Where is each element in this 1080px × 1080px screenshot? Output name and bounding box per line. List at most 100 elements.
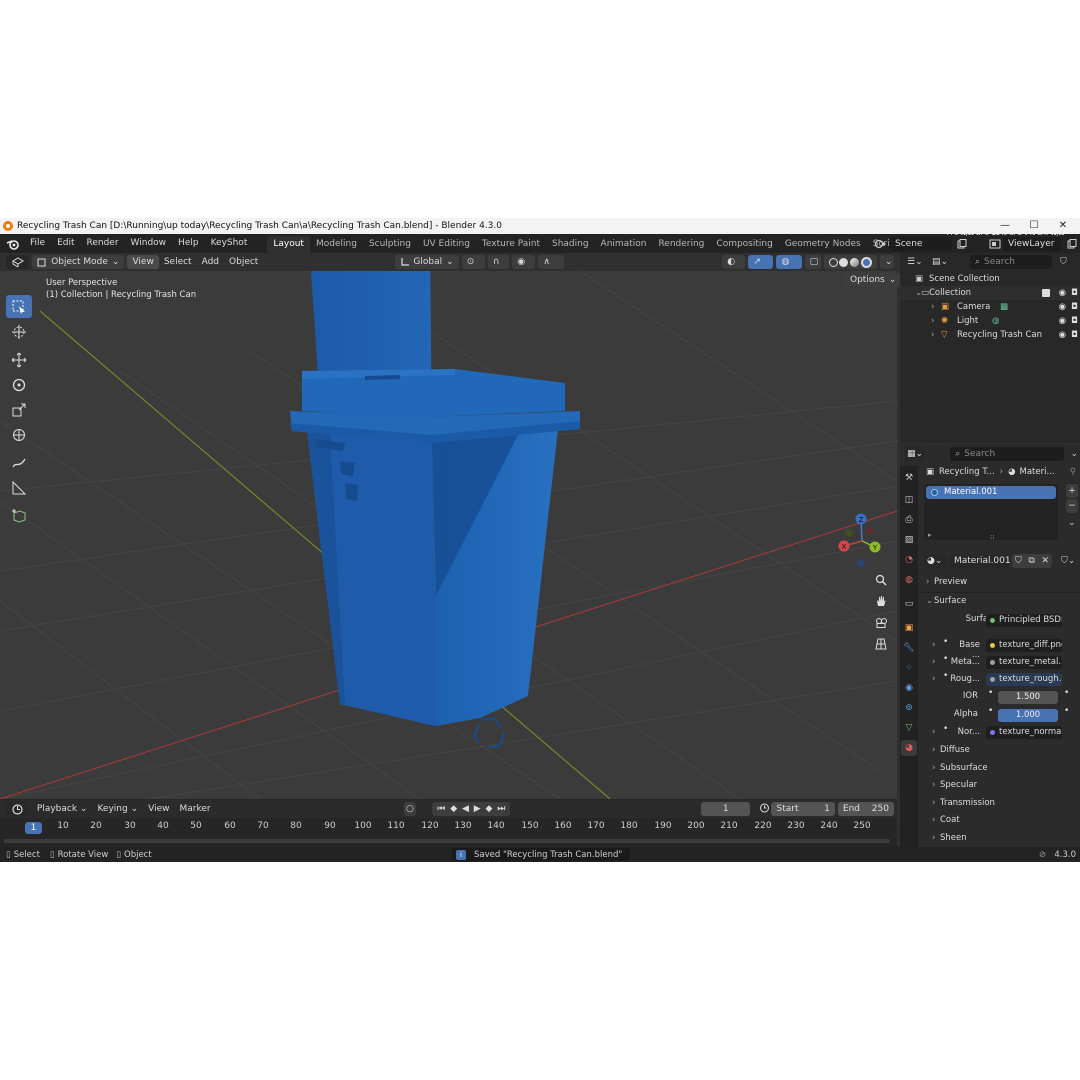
menu-window[interactable]: Window [125,234,173,253]
base-color-texture-field[interactable]: texture_diff.png [986,639,1062,652]
auto-keying-icon[interactable]: ○ [403,802,417,816]
eye-icon[interactable]: ◉ [1059,286,1066,300]
subsurface-section[interactable]: › Subsurface [932,763,988,773]
chevron-right-icon[interactable]: › [931,300,934,314]
filter-icon[interactable]: ⛉ [1060,257,1067,267]
preview-range-icon[interactable] [759,802,772,816]
view-layer-selector[interactable]: ViewLayer [1003,236,1061,251]
tab-uv-editing[interactable]: UV Editing [417,236,476,253]
specular-section[interactable]: › Specular [932,780,977,790]
ior-field[interactable]: 1.500 [998,691,1058,704]
outliner-item-camera[interactable]: › ▣ Camera ▩ ◉ ◘ [900,300,1080,314]
chevron-right-icon[interactable]: › [932,657,935,667]
prev-keyframe-icon[interactable]: ◆ [450,802,457,816]
tab-animation[interactable]: Animation [595,236,653,253]
add-cube-tool-icon[interactable] [6,504,32,527]
next-keyframe-icon[interactable]: ◆ [486,802,493,816]
output-tab-icon[interactable]: ⎙ [901,512,917,528]
timeline-scrollbar[interactable] [4,839,890,843]
chevron-right-icon[interactable]: › [932,727,935,737]
constraints-tab-icon[interactable]: ⊚ [901,700,917,716]
normal-texture-field[interactable]: texture_norma... [986,726,1062,739]
material-slot-list[interactable]: Material.001 ▸ ⁝⁝ [924,484,1058,542]
shading-options-icon[interactable]: ⌄ [879,255,894,269]
scale-tool-icon[interactable] [6,398,32,421]
playhead-frame-indicator[interactable]: 1 [25,822,42,834]
camera-render-icon[interactable]: ◘ [1071,300,1078,314]
socket-link-icon[interactable]: • [943,724,948,734]
tab-modeling[interactable]: Modeling [310,236,363,253]
timeline-playback-menu[interactable]: Playback ⌄ [32,802,93,816]
current-frame-field[interactable]: 1 [701,802,751,816]
perspective-toggle-icon[interactable] [872,635,890,653]
chevron-right-icon[interactable]: › [932,674,935,684]
menu-help[interactable]: Help [172,234,205,253]
data-tab-icon[interactable]: ▽ [901,720,917,736]
slot-specials-icon[interactable]: ⌄ [1068,518,1076,528]
transform-orientation-selector[interactable]: Global ⌄ [395,255,459,269]
rotate-tool-icon[interactable] [6,373,32,396]
display-mode-icon[interactable]: ▤⌄ [929,255,951,269]
material-preview-icon[interactable] [850,257,860,267]
menu-add[interactable]: Add [197,255,224,269]
tab-rendering[interactable]: Rendering [652,236,710,253]
socket-link-icon[interactable]: • [988,706,993,716]
transform-tool-icon[interactable] [6,423,32,446]
timeline-editor-type-icon[interactable] [6,802,29,816]
timeline-marker-menu[interactable]: Marker [174,802,215,816]
overlay-toggle-icon[interactable]: ◍ [776,255,802,269]
fake-user-icon[interactable]: ⛉ [1015,554,1022,568]
annotate-tool-icon[interactable] [6,451,32,474]
rendered-shading-icon[interactable] [860,256,872,268]
options-dropdown[interactable]: Options ⌄ [845,273,902,287]
menu-render[interactable]: Render [81,234,125,253]
pin-icon[interactable]: ⚲ [1070,464,1076,480]
move-tool-icon[interactable] [6,348,32,371]
surface-shader-field[interactable]: Principled BSDF [986,614,1062,627]
render-tab-icon[interactable]: ◫ [901,492,917,508]
tab-compositing[interactable]: Compositing [710,236,778,253]
duplicate-material-icon[interactable]: ⧉ [1028,554,1034,568]
tool-tab-icon[interactable]: ⚒ [901,470,917,486]
measure-tool-icon[interactable] [6,476,32,499]
camera-render-icon[interactable]: ◘ [1071,314,1078,328]
tab-shading[interactable]: Shading [546,236,595,253]
menu-select[interactable]: Select [159,255,197,269]
socket-link-icon[interactable]: • [988,688,993,698]
jump-end-icon[interactable]: ⏭ [497,802,505,816]
outliner-editor-type-icon[interactable]: ☰⌄ [904,255,926,269]
modifier-tab-icon[interactable]: 🔧︎ [901,640,917,656]
wireframe-shading-icon[interactable] [828,257,838,267]
menu-view[interactable]: View [127,255,159,269]
view-layer-icon[interactable] [987,237,1003,251]
unlink-material-icon[interactable]: ✕ [1041,554,1049,568]
new-view-layer-icon[interactable] [1064,237,1080,251]
socket-link-icon[interactable]: • [943,637,948,647]
mode-selector[interactable]: Object Mode ⌄ [32,255,125,269]
outliner-search-field[interactable]: ⌕ Search [970,255,1052,269]
xray-toggle-icon[interactable]: ▢ [804,255,821,269]
outliner-item-light[interactable]: › ✺ Light ◍ ◉ ◘ [900,314,1080,328]
eye-icon[interactable]: ◉ [1059,300,1066,314]
transmission-section[interactable]: › Transmission [932,798,995,808]
gizmo-neg-x-axis[interactable] [866,527,874,535]
eye-icon[interactable]: ◉ [1059,328,1066,342]
jump-start-icon[interactable]: ⏮ [437,802,445,816]
zoom-icon[interactable] [872,571,890,589]
outliner-scene-collection[interactable]: ▣ Scene Collection [900,272,1080,286]
material-slot-item[interactable]: Material.001 [926,486,1056,499]
timeline-keying-menu[interactable]: Keying ⌄ [92,802,143,816]
start-frame-field[interactable]: Start 1 [771,802,835,816]
keyframe-dot-icon[interactable]: • [1064,688,1069,698]
preview-panel-header[interactable]: › Preview [926,577,967,587]
play-reverse-icon[interactable]: ◀ [462,802,469,816]
add-slot-button[interactable]: + [1066,484,1078,498]
keyframe-dot-icon[interactable]: • [1064,706,1069,716]
menu-edit[interactable]: Edit [51,234,80,253]
alpha-field[interactable]: 1.000 [998,709,1058,722]
filter-icon[interactable]: ⛉⌄ [1061,556,1075,566]
list-resize-handle[interactable]: ⁝⁝ [990,534,994,542]
physics-tab-icon[interactable]: ◉ [901,680,917,696]
editor-type-icon[interactable] [6,255,30,269]
cursor-tool-icon[interactable] [6,320,32,343]
